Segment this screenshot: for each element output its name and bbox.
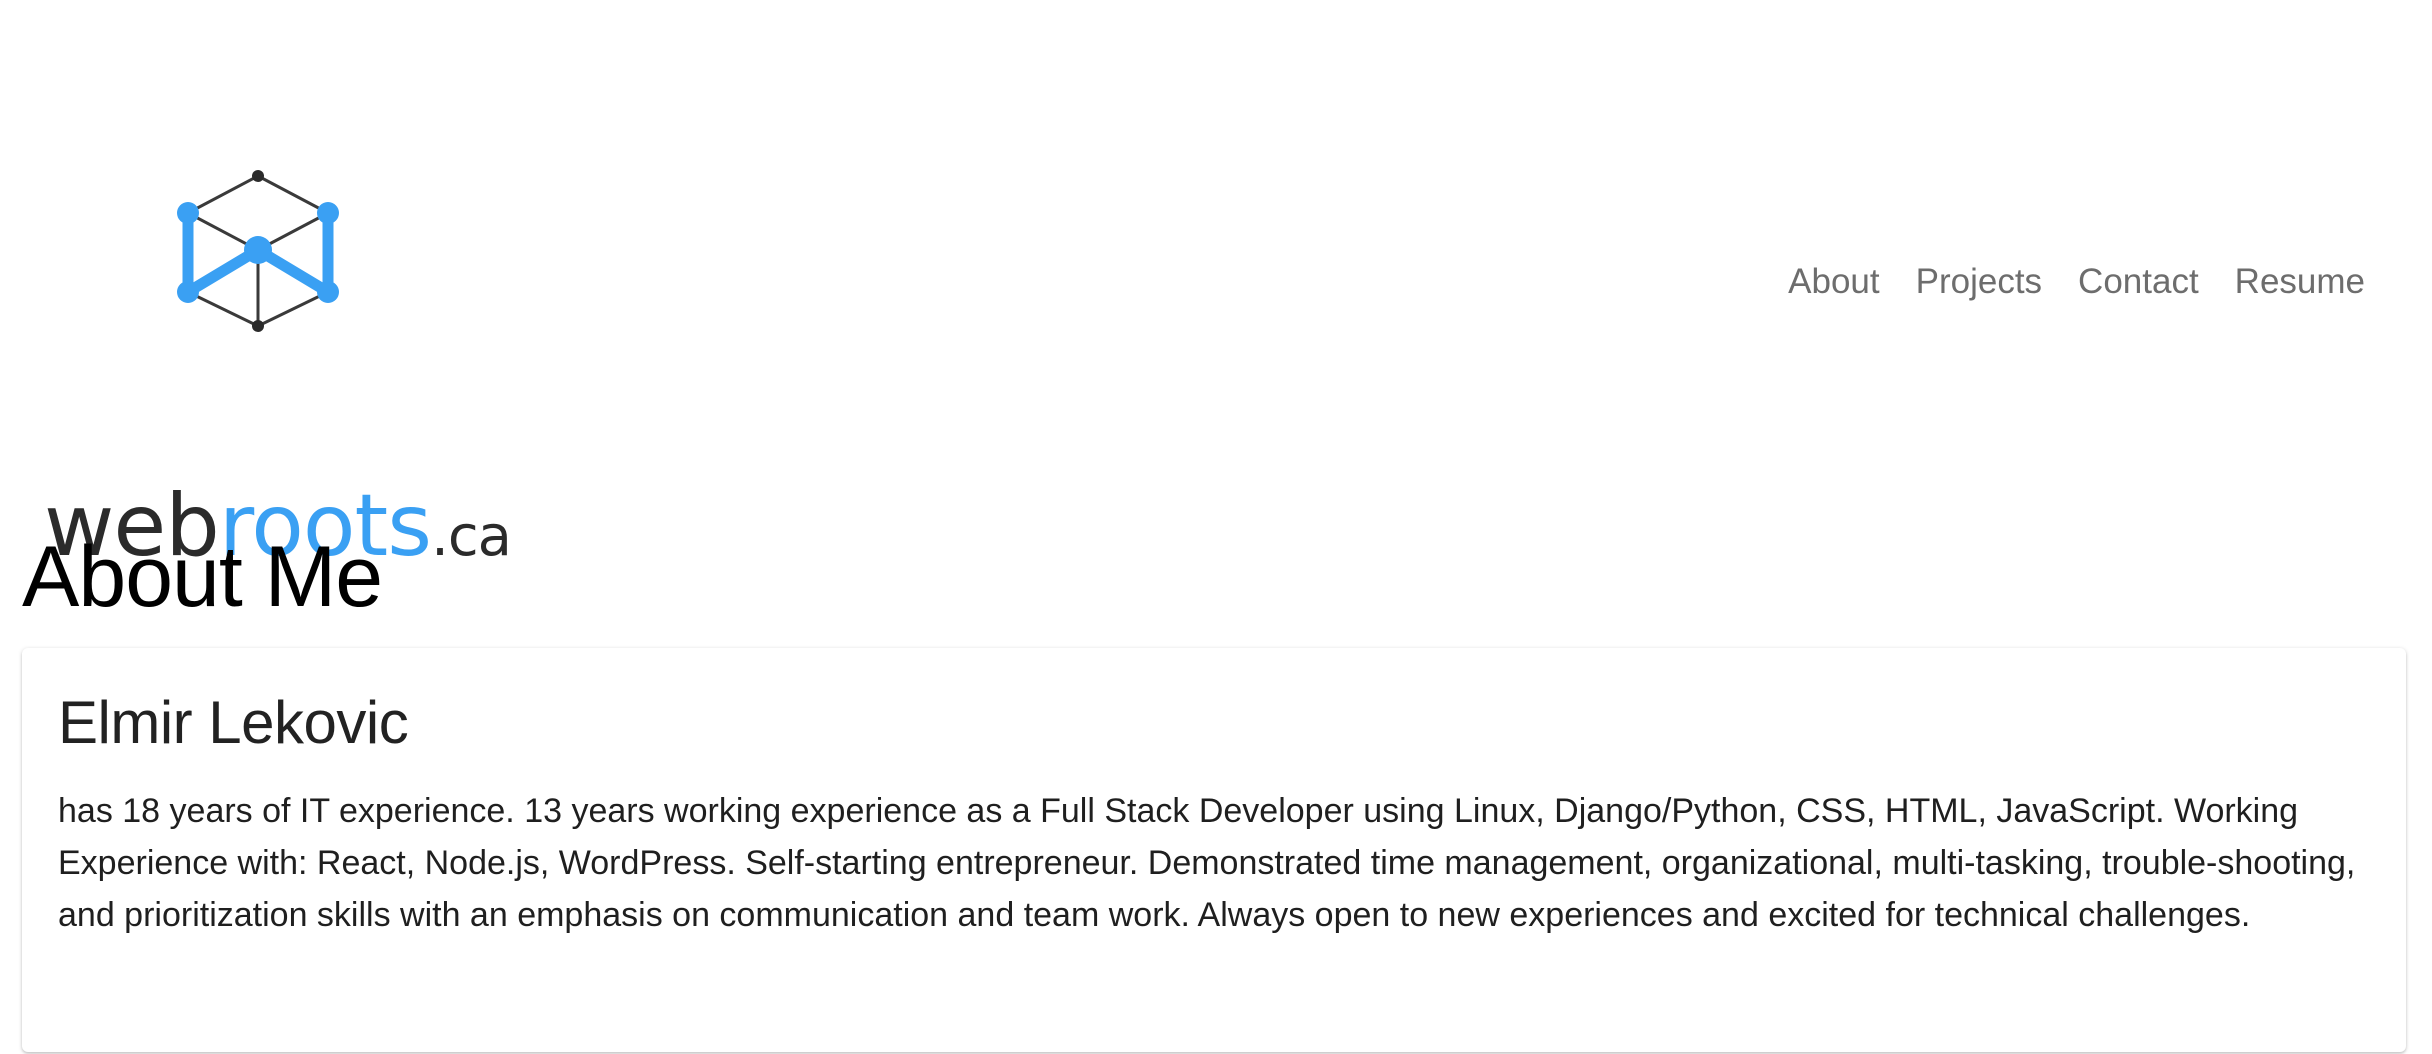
page: webroots.ca About Projects Contact Resum… xyxy=(0,0,2432,1054)
profile-bio: has 18 years of IT experience. 13 years … xyxy=(58,792,2356,934)
site-logo[interactable]: webroots.ca xyxy=(40,160,512,576)
page-title: About Me xyxy=(22,529,383,625)
logo-text-suffix: .ca xyxy=(431,504,512,569)
about-card: Elmir Lekovic has 18 years of IT experie… xyxy=(22,648,2406,1052)
main-nav: About Projects Contact Resume xyxy=(1788,262,2365,302)
header: webroots.ca About Projects Contact Resum… xyxy=(0,0,2432,576)
nav-link-projects[interactable]: Projects xyxy=(1916,262,2042,302)
nav-link-about[interactable]: About xyxy=(1788,262,1879,302)
profile-name: Elmir Lekovic xyxy=(58,689,409,756)
nav-link-resume[interactable]: Resume xyxy=(2235,262,2365,302)
cube-network-icon xyxy=(177,170,339,332)
nav-link-contact[interactable]: Contact xyxy=(2078,262,2199,302)
